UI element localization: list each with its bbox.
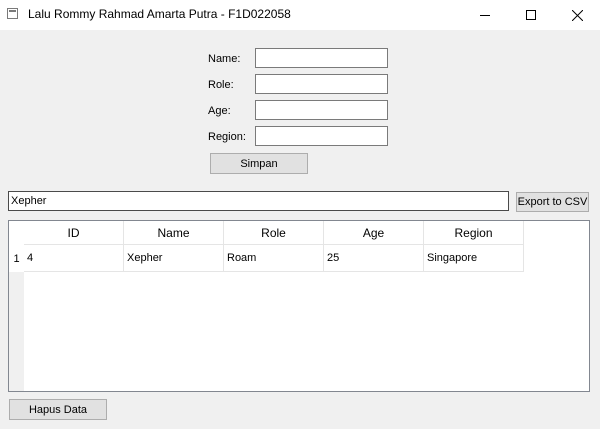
- maximize-button[interactable]: [508, 0, 554, 30]
- role-input[interactable]: [255, 74, 388, 94]
- table-cell[interactable]: Xepher: [124, 245, 224, 272]
- title-bar: Lalu Rommy Rahmad Amarta Putra - F1D0220…: [0, 0, 600, 30]
- region-input[interactable]: [255, 126, 388, 146]
- close-icon: [571, 9, 583, 21]
- age-input[interactable]: [255, 100, 388, 120]
- table-cell[interactable]: 25: [324, 245, 424, 272]
- minimize-button[interactable]: [462, 0, 508, 30]
- column-header-name[interactable]: Name: [124, 221, 224, 245]
- export-csv-button[interactable]: Export to CSV: [516, 192, 589, 212]
- name-input[interactable]: [255, 48, 388, 68]
- save-button[interactable]: Simpan: [210, 153, 308, 174]
- column-header-role[interactable]: Role: [224, 221, 324, 245]
- column-header-region[interactable]: Region: [424, 221, 524, 245]
- close-button[interactable]: [554, 0, 600, 30]
- name-label: Name:: [208, 53, 241, 65]
- maximize-icon: [526, 10, 536, 20]
- minimize-icon: [480, 15, 490, 16]
- data-table[interactable]: ID Name Role Age Region 1 4 Xepher Roam …: [8, 220, 590, 392]
- column-header-id[interactable]: ID: [24, 221, 124, 245]
- table-corner: [9, 221, 24, 245]
- app-window-icon: [7, 8, 18, 19]
- table-cell[interactable]: Roam: [224, 245, 324, 272]
- table-cell[interactable]: Singapore: [424, 245, 524, 272]
- column-header-age[interactable]: Age: [324, 221, 424, 245]
- delete-data-button[interactable]: Hapus Data: [9, 399, 107, 420]
- role-label: Role:: [208, 79, 234, 91]
- window-title: Lalu Rommy Rahmad Amarta Putra - F1D0220…: [28, 7, 291, 21]
- row-number[interactable]: 1: [9, 245, 24, 272]
- table-cell[interactable]: 4: [24, 245, 124, 272]
- search-input[interactable]: [8, 191, 509, 211]
- age-label: Age:: [208, 105, 231, 117]
- region-label: Region:: [208, 131, 246, 143]
